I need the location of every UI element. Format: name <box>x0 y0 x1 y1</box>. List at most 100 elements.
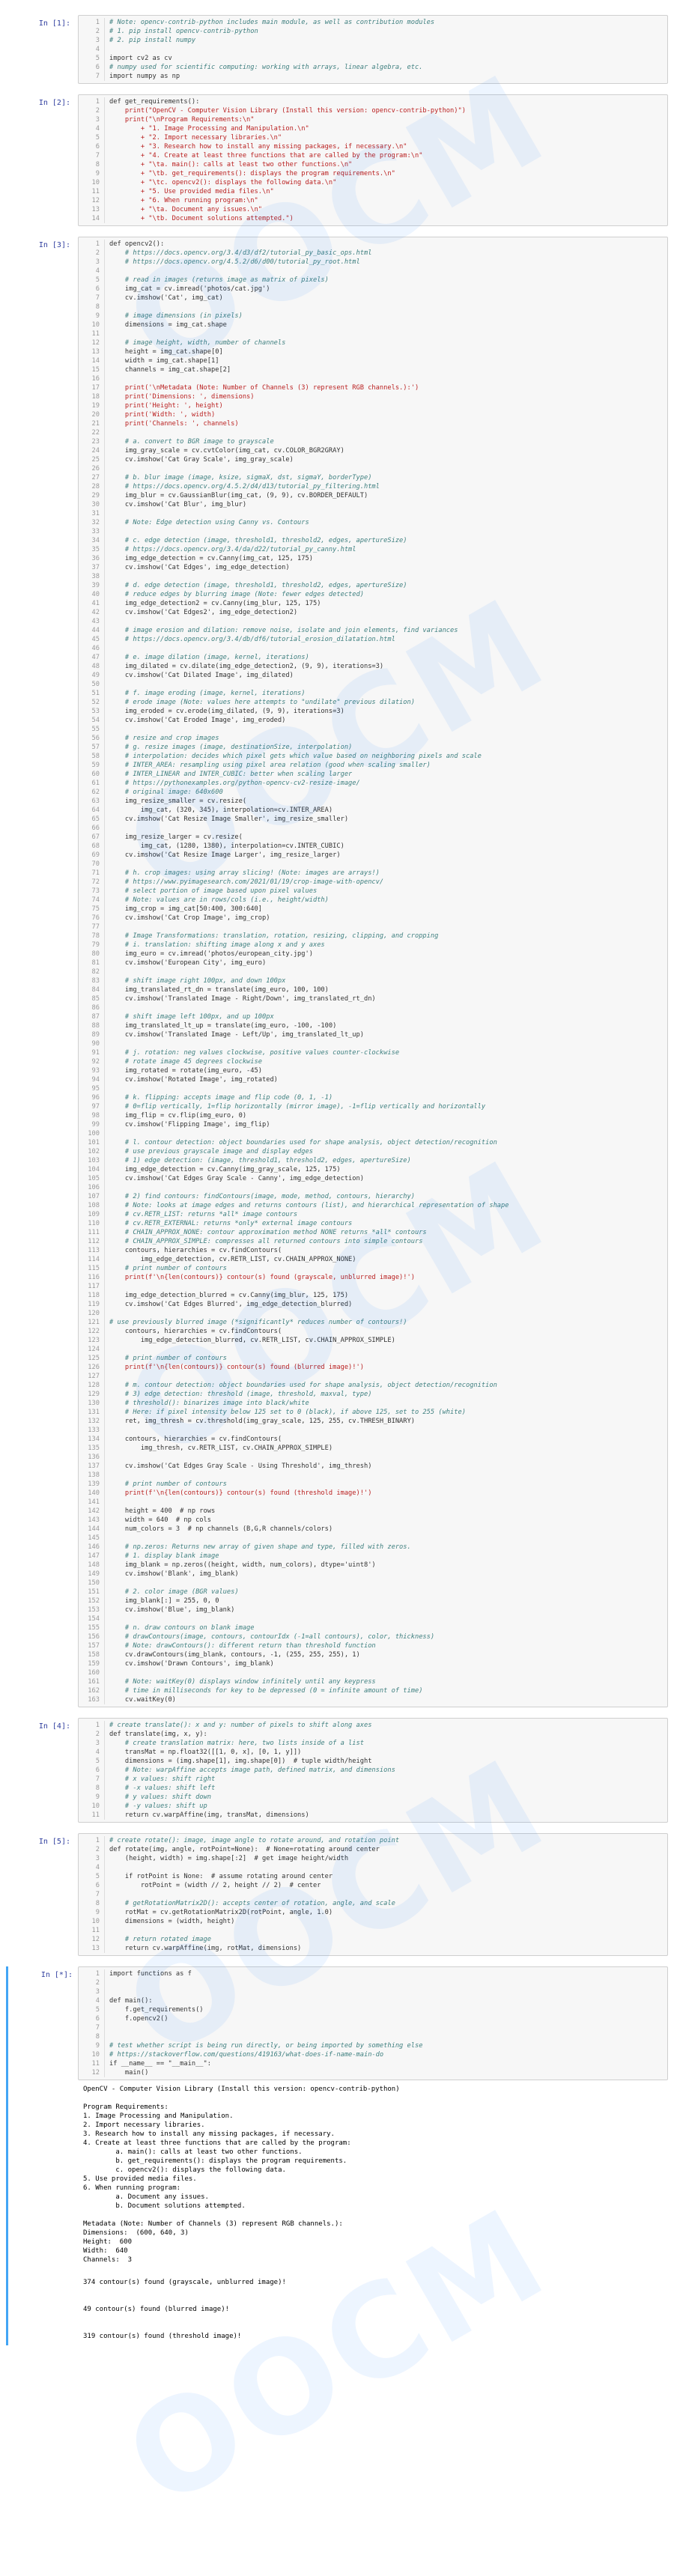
code-text: import cv2 as cv <box>109 55 172 62</box>
line-number: 3 <box>95 1988 100 1996</box>
gutter-divider <box>104 1784 105 1793</box>
code-text: # n. draw contours on blank image <box>109 1624 255 1632</box>
code-text: contours, hierarchies = cv.findContours( <box>109 1436 282 1443</box>
code-line: 130 # threshold(): binarizes image into … <box>79 1399 667 1408</box>
code-line: 110 # cv.RETR_EXTERNAL: returns *only* e… <box>79 1219 667 1228</box>
code-text: cv.imshow('Cat Edges2', img_edge_detecti… <box>109 609 298 616</box>
gutter-divider <box>104 1641 105 1650</box>
code-editor[interactable]: 1 # Note: opencv-contrib-python includes … <box>78 15 668 84</box>
gutter-divider <box>104 2068 105 2077</box>
line-number: 72 <box>91 878 100 886</box>
code-text: # 2. color image (BGR values) <box>109 1588 239 1596</box>
code-text: + "5. Use provided media files.\n" <box>109 188 274 195</box>
line-number: 7 <box>95 294 100 302</box>
output-line: b. Document solutions attempted. <box>83 2202 246 2210</box>
code-line: 37 cv.imshow('Cat Edges', img_edge_detec… <box>79 563 667 572</box>
gutter-divider <box>104 1659 105 1668</box>
code-line: 92 # rotate image 45 degrees clockwise <box>79 1057 667 1066</box>
gutter-divider <box>104 1978 105 1987</box>
line-number: 1 <box>95 1837 100 1844</box>
notebook-cell[interactable]: In [3]: 1 def opencv2(): 2 # https://docs.o… <box>6 237 668 1707</box>
line-number: 5 <box>95 1873 100 1880</box>
code-line: 8 # -x values: shift left <box>79 1784 667 1793</box>
notebook-cell[interactable]: In [5]: 1 # create rotate(): image, image … <box>6 1833 668 1956</box>
code-line: 2 print("OpenCV - Computer Vision Librar… <box>79 106 667 115</box>
code-line: 111 # CHAIN_APPROX_NONE: contour approxi… <box>79 1228 667 1237</box>
code-line: 118 img_edge_detection_blurred = cv.Cann… <box>79 1291 667 1300</box>
code-line: 12 main() <box>79 2068 667 2077</box>
code-line: 127 <box>79 1372 667 1381</box>
line-number: 20 <box>91 411 100 419</box>
line-number: 100 <box>88 1130 100 1137</box>
code-text: img_thresh, cv.RETR_LIST, cv.CHAIN_APPRO… <box>109 1445 333 1452</box>
code-editor[interactable]: 1 # create translate(): x and y: number o… <box>78 1718 668 1823</box>
gutter-divider <box>104 1552 105 1561</box>
code-line: 3 # create translation matrix: here, two… <box>79 1739 667 1748</box>
code-text: cv.imshow('Blank', img_blank) <box>109 1570 239 1578</box>
code-line: 122 contours, hierarchies = cv.findConto… <box>79 1327 667 1336</box>
line-number: 160 <box>88 1669 100 1677</box>
line-number: 122 <box>88 1328 100 1335</box>
gutter-divider <box>104 196 105 205</box>
gutter-divider <box>104 1210 105 1219</box>
code-text: img_crop = img_cat[50:400, 300:640] <box>109 905 262 913</box>
code-line: 2 # https://docs.opencv.org/3.4/d3/df2/t… <box>79 249 667 258</box>
code-line: 86 <box>79 1003 667 1012</box>
line-number: 146 <box>88 1543 100 1551</box>
line-number: 81 <box>91 959 100 967</box>
notebook-cell[interactable]: In [2]: 1 def get_requirements(): 2 print("… <box>6 94 668 226</box>
code-editor[interactable]: 1 def get_requirements(): 2 print("OpenCV … <box>78 94 668 226</box>
line-number: 27 <box>91 474 100 482</box>
line-number: 144 <box>88 1525 100 1533</box>
gutter-divider <box>104 1534 105 1543</box>
code-text: # read in images (returns image as matri… <box>109 276 329 284</box>
gutter-divider <box>104 1462 105 1471</box>
gutter-divider <box>104 644 105 653</box>
gutter-divider <box>104 1695 105 1704</box>
code-editor[interactable]: 1 # create rotate(): image, image angle t… <box>78 1833 668 1956</box>
code-line: 82 <box>79 967 667 976</box>
gutter-divider <box>104 1057 105 1066</box>
line-number: 6 <box>95 2015 100 2023</box>
gutter-divider <box>104 2041 105 2050</box>
code-editor[interactable]: 1 import functions as f 2 3 4 def main(): 5 f.… <box>78 1966 668 2080</box>
line-number: 5 <box>95 276 100 284</box>
code-line: 112 # CHAIN_APPROX_SIMPLE: compresses al… <box>79 1237 667 1246</box>
code-text: dimensions = (width, height) <box>109 1918 235 1925</box>
code-line: 15 channels = img_cat.shape[2] <box>79 365 667 374</box>
line-number: 11 <box>91 188 100 195</box>
code-editor[interactable]: 1 def opencv2(): 2 # https://docs.opencv.o… <box>78 237 668 1707</box>
code-line: 72 # https://www.pyimagesearch.com/2021/… <box>79 878 667 887</box>
line-number: 120 <box>88 1310 100 1317</box>
notebook-cell[interactable]: In [*]: 1 import functions as f 2 3 4 def main… <box>6 1966 668 2345</box>
gutter-divider <box>104 824 105 833</box>
code-text: + "1. Image Processing and Manipulation.… <box>109 125 309 133</box>
code-text: # drawContours(image, contours, contourI… <box>109 1633 435 1641</box>
code-line: 135 img_thresh, cv.RETR_LIST, cv.CHAIN_A… <box>79 1444 667 1453</box>
gutter-divider <box>104 1793 105 1802</box>
code-text: img_eroded = cv.erode(img_dilated, (9, 9… <box>109 708 344 715</box>
output-line: 319 contour(s) found (threshold image)! <box>83 2333 242 2340</box>
gutter-divider <box>104 1606 105 1614</box>
line-number: 10 <box>91 179 100 186</box>
notebook-cell[interactable]: In [4]: 1 # create translate(): x and y: n… <box>6 1718 668 1823</box>
gutter-divider <box>104 392 105 401</box>
gutter-divider <box>104 1264 105 1273</box>
line-number: 69 <box>91 851 100 859</box>
line-number: 127 <box>88 1373 100 1380</box>
line-number: 61 <box>91 780 100 787</box>
code-text: # np.zeros: Returns new array of given s… <box>109 1543 411 1551</box>
code-line: 11 return cv.warpAffine(img, transMat, d… <box>79 1811 667 1820</box>
code-line: 91 # j. rotation: neg values clockwise, … <box>79 1048 667 1057</box>
line-number: 57 <box>91 744 100 751</box>
code-line: 1 # create translate(): x and y: number o… <box>79 1721 667 1730</box>
code-line: 7 + "4. Create at least three functions … <box>79 151 667 160</box>
gutter-divider <box>104 1543 105 1552</box>
notebook-cell[interactable]: In [1]: 1 # Note: opencv-contrib-python in… <box>6 15 668 84</box>
gutter-divider <box>104 1498 105 1507</box>
gutter-divider <box>104 1686 105 1695</box>
code-line: 124 <box>79 1345 667 1354</box>
code-text: # y values: shift down <box>109 1793 211 1801</box>
cell-prompt: In [1]: <box>38 19 70 28</box>
gutter-divider <box>104 329 105 338</box>
